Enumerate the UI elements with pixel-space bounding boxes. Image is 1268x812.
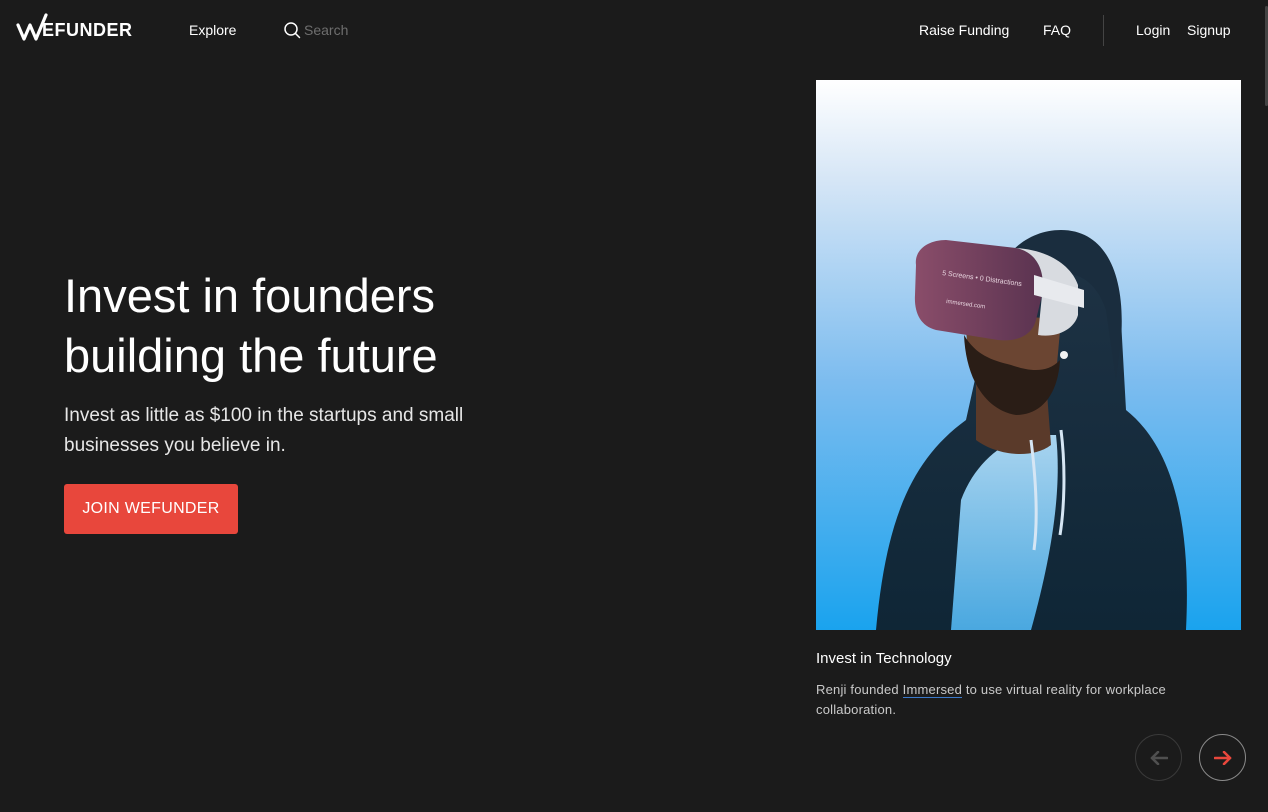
feature-desc-prefix: Renji founded xyxy=(816,682,903,697)
search-icon xyxy=(284,22,301,39)
arrow-left-icon xyxy=(1150,750,1168,765)
hero-subtitle-line-1: Invest as little as $100 in the startups… xyxy=(64,405,464,426)
site-header: EFUNDER Explore Raise Funding FAQ Login … xyxy=(0,0,1268,62)
carousel-prev-button[interactable] xyxy=(1135,734,1182,781)
search-bar[interactable] xyxy=(283,21,464,39)
feature-image: 5 Screens • 0 Distractions immersed.com xyxy=(816,80,1241,630)
nav-login[interactable]: Login xyxy=(1136,22,1170,38)
search-input[interactable] xyxy=(304,22,464,38)
join-wefunder-button[interactable]: JOIN WEFUNDER xyxy=(64,484,238,534)
carousel-next-button[interactable] xyxy=(1199,734,1246,781)
hero-title: Invest in founders building the future xyxy=(64,266,584,386)
scrollbar-track[interactable] xyxy=(1262,0,1268,812)
page: EFUNDER Explore Raise Funding FAQ Login … xyxy=(0,0,1268,812)
nav-explore[interactable]: Explore xyxy=(189,22,236,38)
arrow-right-icon xyxy=(1213,750,1231,765)
hero-title-line-2: building the future xyxy=(64,329,438,382)
nav-raise-funding[interactable]: Raise Funding xyxy=(919,22,1009,38)
hero-title-line-1: Invest in founders xyxy=(64,269,435,322)
feature-description: Renji founded Immersed to use virtual re… xyxy=(816,680,1236,720)
hero-subtitle: Invest as little as $100 in the startups… xyxy=(64,401,524,461)
immersed-link[interactable]: Immersed xyxy=(902,682,963,698)
hero-subtitle-line-2: businesses you believe in. xyxy=(64,435,286,456)
wefunder-logo[interactable]: EFUNDER xyxy=(16,12,133,42)
feature-title: Invest in Technology xyxy=(816,650,952,667)
nav-faq[interactable]: FAQ xyxy=(1043,22,1071,38)
logo-text: EFUNDER xyxy=(42,19,133,40)
nav-divider xyxy=(1103,15,1104,46)
nav-signup[interactable]: Signup xyxy=(1187,22,1231,38)
vr-founder-illustration: 5 Screens • 0 Distractions immersed.com xyxy=(876,230,1187,630)
